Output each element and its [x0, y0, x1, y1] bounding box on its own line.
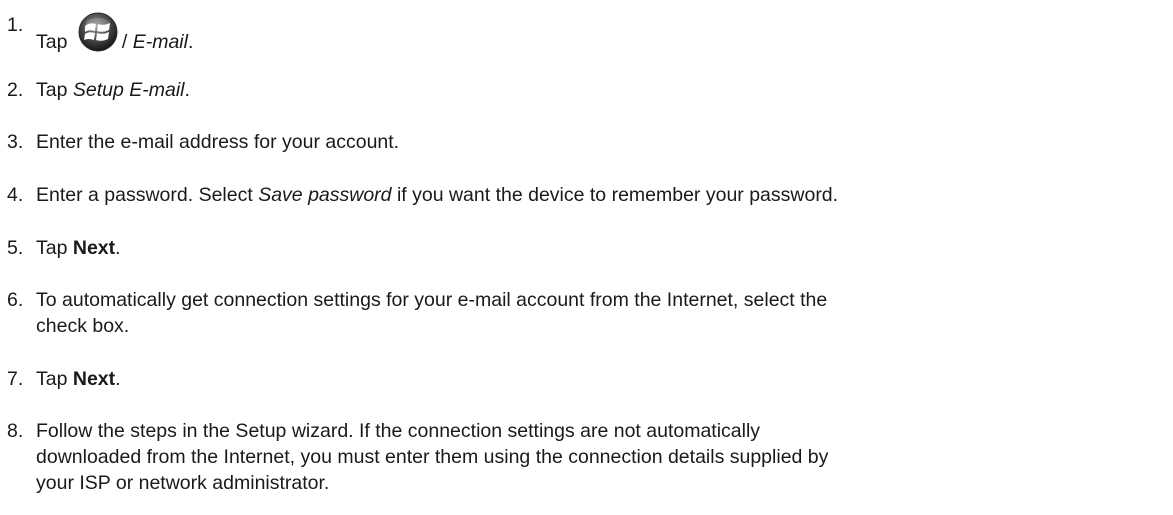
- step-number: 8.: [7, 420, 24, 442]
- step-number: 4.: [7, 184, 24, 206]
- step-number: 5.: [7, 237, 24, 259]
- step-text: Enter a password. Select Save password i…: [36, 184, 839, 206]
- step-number: 1.: [7, 14, 24, 36]
- step-text: Follow the steps in the Setup wizard. If…: [36, 420, 829, 494]
- step-text: Tap Next.: [36, 368, 121, 390]
- step-number: 7.: [7, 368, 24, 390]
- step-number: 2.: [7, 79, 24, 101]
- step-number: 6.: [7, 289, 24, 311]
- step-text: Tap Next.: [36, 237, 121, 259]
- step-text: Tap Setup E-mail.: [36, 79, 190, 101]
- step-text: Enter the e-mail address for your accoun…: [36, 131, 400, 153]
- step-number: 3.: [7, 131, 24, 153]
- windows-start-icon: [77, 12, 119, 52]
- step-text: To automatically get connection settings…: [36, 289, 828, 337]
- step-text: Tap / E-mail.: [36, 12, 1166, 55]
